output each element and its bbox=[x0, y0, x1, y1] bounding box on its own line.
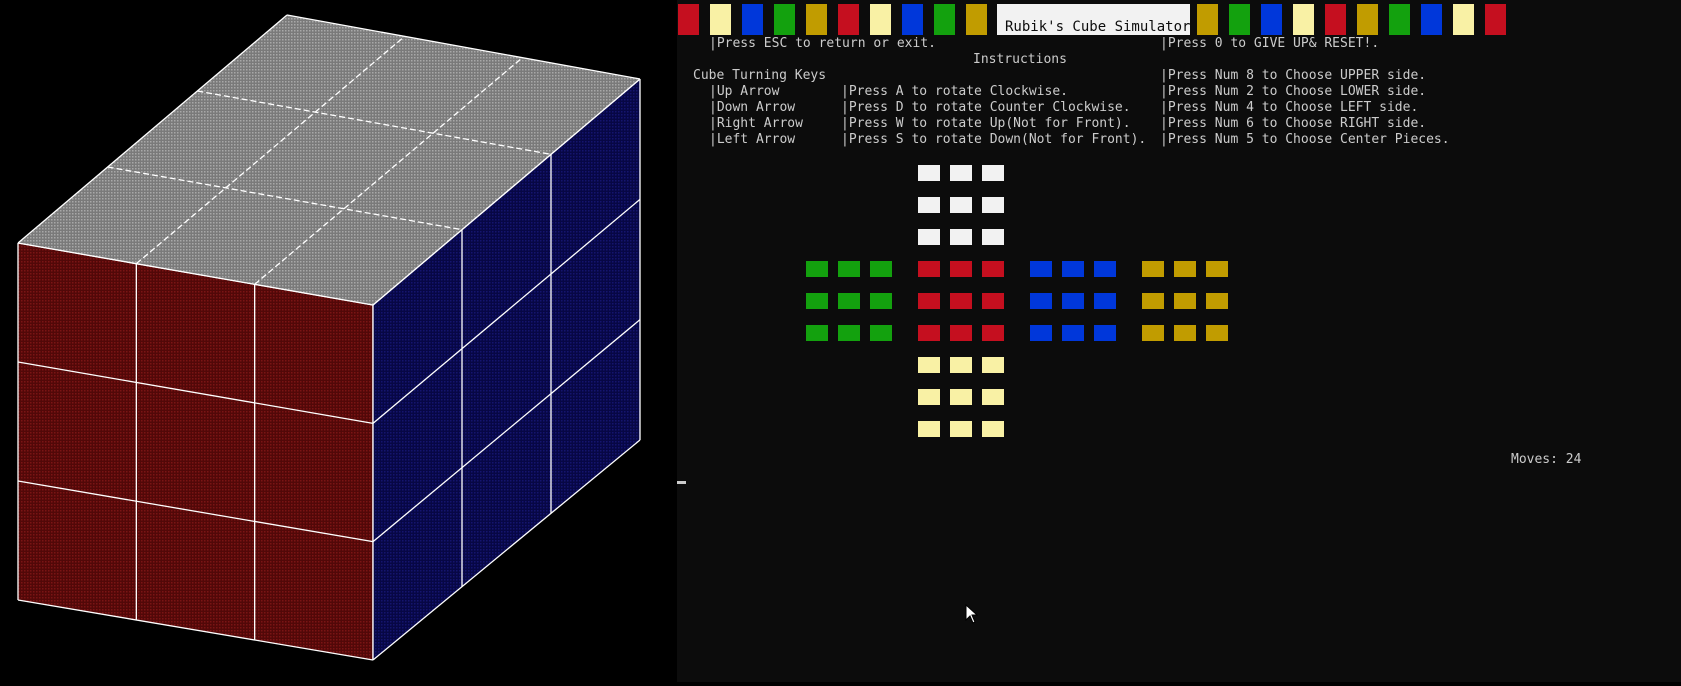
net-front-sticker-1-0 bbox=[918, 293, 940, 309]
net-down-sticker-0-1 bbox=[950, 357, 972, 373]
net-left-sticker-2-1 bbox=[838, 325, 860, 341]
net-back-sticker-1-0 bbox=[1142, 293, 1164, 309]
net-down-sticker-0-2 bbox=[982, 357, 1004, 373]
instructions-heading: Instructions bbox=[973, 52, 1067, 67]
net-down-sticker-0-0 bbox=[918, 357, 940, 373]
moves-counter: Moves: 24 bbox=[1511, 452, 1582, 467]
net-up-sticker-2-0 bbox=[918, 229, 940, 245]
net-left-sticker-0-1 bbox=[838, 261, 860, 277]
net-back-sticker-0-1 bbox=[1174, 261, 1196, 277]
net-front-sticker-1-2 bbox=[982, 293, 1004, 309]
net-up-sticker-2-2 bbox=[982, 229, 1004, 245]
key-num2: |Press Num 2 to Choose LOWER side. bbox=[1160, 84, 1427, 99]
cube-3d-view bbox=[0, 0, 677, 682]
key-num4: |Press Num 4 to Choose LEFT side. bbox=[1160, 100, 1419, 115]
color-bar-right-4 bbox=[1325, 4, 1346, 35]
net-front-sticker-2-0 bbox=[918, 325, 940, 341]
net-up-sticker-0-2 bbox=[982, 165, 1004, 181]
net-right-sticker-0-2 bbox=[1094, 261, 1116, 277]
color-bar-left-8 bbox=[934, 4, 955, 35]
net-back-sticker-1-2 bbox=[1206, 293, 1228, 309]
key-d: |Press D to rotate Counter Clockwise. bbox=[841, 100, 1131, 115]
key-num6: |Press Num 6 to Choose RIGHT side. bbox=[1160, 116, 1427, 131]
cube-front-face bbox=[18, 243, 373, 660]
net-left-sticker-1-0 bbox=[806, 293, 828, 309]
net-right-sticker-0-1 bbox=[1062, 261, 1084, 277]
net-front-sticker-2-2 bbox=[982, 325, 1004, 341]
net-left-sticker-0-2 bbox=[870, 261, 892, 277]
net-down-sticker-2-1 bbox=[950, 421, 972, 437]
color-bar-right-8 bbox=[1453, 4, 1474, 35]
color-bar-right-6 bbox=[1389, 4, 1410, 35]
key-w: |Press W to rotate Up(Not for Front). bbox=[841, 116, 1131, 131]
color-bar-right-3 bbox=[1293, 4, 1314, 35]
color-bar-right-2 bbox=[1261, 4, 1282, 35]
net-right-sticker-2-0 bbox=[1030, 325, 1052, 341]
net-down-sticker-2-2 bbox=[982, 421, 1004, 437]
net-left-sticker-1-1 bbox=[838, 293, 860, 309]
net-right-sticker-1-1 bbox=[1062, 293, 1084, 309]
color-bar-right-1 bbox=[1229, 4, 1250, 35]
mouse-pointer-icon bbox=[965, 604, 979, 624]
cube-3d-render bbox=[17, 14, 641, 661]
key-left-arrow: |Left Arrow bbox=[709, 132, 796, 147]
net-right-sticker-2-1 bbox=[1062, 325, 1084, 341]
color-bar-right-7 bbox=[1421, 4, 1442, 35]
key-right-arrow: |Right Arrow bbox=[709, 116, 803, 131]
net-up-sticker-1-1 bbox=[950, 197, 972, 213]
key-num5: |Press Num 5 to Choose Center Pieces. bbox=[1160, 132, 1450, 147]
console-title: Rubik's Cube Simulator bbox=[997, 4, 1190, 35]
color-bar-right-5 bbox=[1357, 4, 1378, 35]
net-front-sticker-0-0 bbox=[918, 261, 940, 277]
color-bar-right-0 bbox=[1197, 4, 1218, 35]
net-right-sticker-1-0 bbox=[1030, 293, 1052, 309]
color-bar-left-6 bbox=[870, 4, 891, 35]
color-bar-left-1 bbox=[710, 4, 731, 35]
net-back-sticker-1-1 bbox=[1174, 293, 1196, 309]
color-bar-left-7 bbox=[902, 4, 923, 35]
console-window: Rubik's Cube Simulator |Press ESC to ret… bbox=[677, 0, 1681, 682]
net-back-sticker-2-2 bbox=[1206, 325, 1228, 341]
color-bar-left-9 bbox=[966, 4, 987, 35]
net-front-sticker-2-1 bbox=[950, 325, 972, 341]
net-left-sticker-0-0 bbox=[806, 261, 828, 277]
net-down-sticker-2-0 bbox=[918, 421, 940, 437]
esc-instruction: |Press ESC to return or exit. bbox=[709, 36, 936, 51]
give-up-instruction: |Press 0 to GIVE UP& RESET!. bbox=[1160, 36, 1380, 51]
color-bar-left-4 bbox=[806, 4, 827, 35]
net-back-sticker-2-1 bbox=[1174, 325, 1196, 341]
key-num8: |Press Num 8 to Choose UPPER side. bbox=[1160, 68, 1427, 83]
net-up-sticker-1-0 bbox=[918, 197, 940, 213]
color-bar-left-3 bbox=[774, 4, 795, 35]
color-bar-left-2 bbox=[742, 4, 763, 35]
color-bar-right-9 bbox=[1485, 4, 1506, 35]
net-up-sticker-1-2 bbox=[982, 197, 1004, 213]
net-front-sticker-0-2 bbox=[982, 261, 1004, 277]
net-front-sticker-1-1 bbox=[950, 293, 972, 309]
net-up-sticker-0-1 bbox=[950, 165, 972, 181]
net-right-sticker-0-0 bbox=[1030, 261, 1052, 277]
key-up-arrow: |Up Arrow bbox=[709, 84, 780, 99]
key-a: |Press A to rotate Clockwise. bbox=[841, 84, 1068, 99]
net-back-sticker-0-2 bbox=[1206, 261, 1228, 277]
text-cursor bbox=[677, 481, 686, 484]
net-left-sticker-1-2 bbox=[870, 293, 892, 309]
net-up-sticker-0-0 bbox=[918, 165, 940, 181]
net-right-sticker-1-2 bbox=[1094, 293, 1116, 309]
net-back-sticker-2-0 bbox=[1142, 325, 1164, 341]
color-bar-left-5 bbox=[838, 4, 859, 35]
net-left-sticker-2-2 bbox=[870, 325, 892, 341]
net-front-sticker-0-1 bbox=[950, 261, 972, 277]
color-bar-left-0 bbox=[678, 4, 699, 35]
net-back-sticker-0-0 bbox=[1142, 261, 1164, 277]
net-up-sticker-2-1 bbox=[950, 229, 972, 245]
net-down-sticker-1-1 bbox=[950, 389, 972, 405]
net-right-sticker-2-2 bbox=[1094, 325, 1116, 341]
key-down-arrow: |Down Arrow bbox=[709, 100, 796, 115]
key-s: |Press S to rotate Down(Not for Front). bbox=[841, 132, 1147, 147]
net-down-sticker-1-2 bbox=[982, 389, 1004, 405]
net-left-sticker-2-0 bbox=[806, 325, 828, 341]
net-down-sticker-1-0 bbox=[918, 389, 940, 405]
turning-keys-heading: Cube Turning Keys bbox=[693, 68, 827, 83]
